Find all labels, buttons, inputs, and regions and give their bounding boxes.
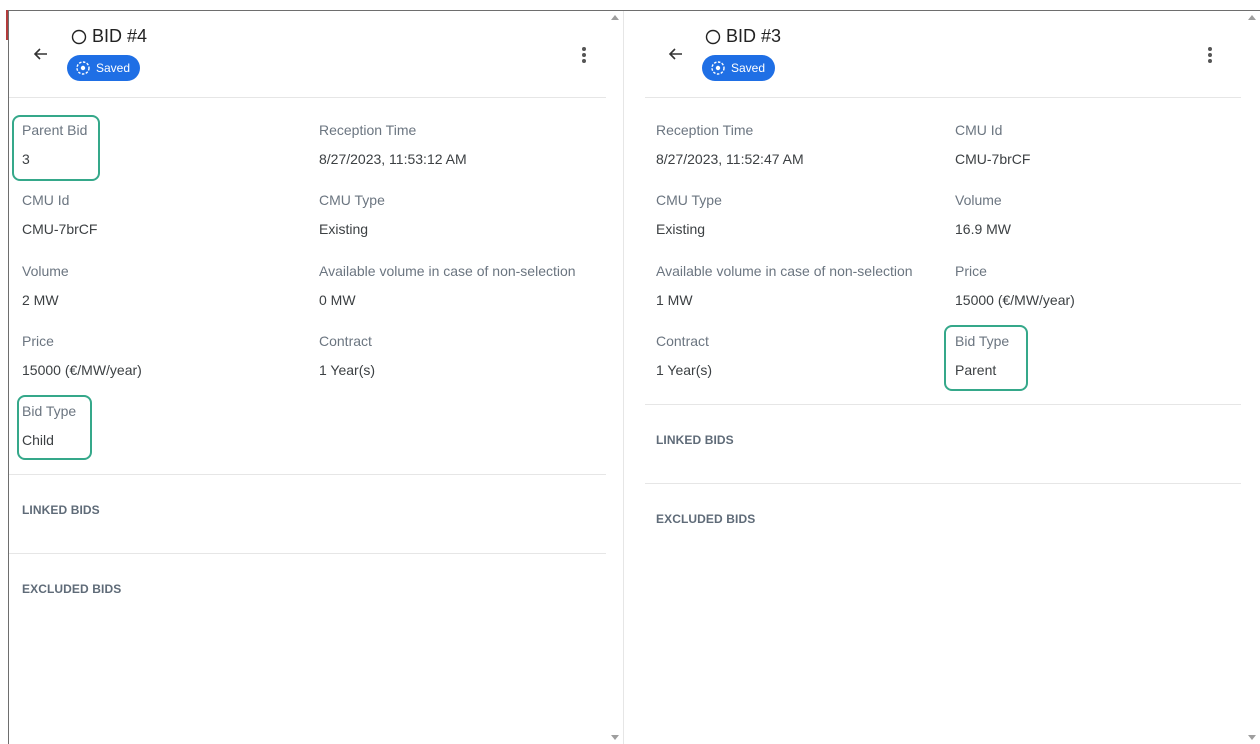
- scrollbar-left-panel[interactable]: [607, 11, 623, 744]
- divider: [9, 553, 606, 554]
- target-icon: [76, 61, 90, 75]
- kebab-menu-icon[interactable]: [580, 45, 588, 65]
- panel-header: BID #3 Saved: [645, 11, 1241, 98]
- arrow-left-icon[interactable]: [31, 44, 51, 64]
- field-contract: Contract 1 Year(s): [319, 333, 376, 378]
- panel-header: BID #4 Saved: [9, 11, 606, 98]
- linked-bids-heading: LINKED BIDS: [22, 503, 100, 517]
- field-contract: Contract 1 Year(s): [656, 333, 713, 378]
- field-available-volume: Available volume in case of non-selectio…: [319, 263, 576, 308]
- field-cmu-type: CMU Type Existing: [319, 192, 385, 237]
- highlight-parent-bid: [12, 115, 100, 181]
- field-price: Price 15000 (€/MW/year): [955, 263, 1075, 308]
- status-label: Saved: [96, 61, 131, 75]
- kebab-menu-icon[interactable]: [1206, 45, 1214, 65]
- bid-detail-panel-right: BID #3 Saved Reception Time 8/27/2023, 1…: [645, 11, 1245, 744]
- radio-circle-icon: [705, 29, 721, 45]
- excluded-bids-heading: EXCLUDED BIDS: [22, 582, 122, 596]
- arrow-left-icon[interactable]: [666, 44, 686, 64]
- page-title: BID #3: [726, 26, 782, 46]
- saved-status-badge[interactable]: Saved: [67, 55, 141, 81]
- scroll-up-icon[interactable]: [1248, 15, 1256, 20]
- field-available-volume: Available volume in case of non-selectio…: [656, 263, 913, 308]
- field-price: Price 15000 (€/MW/year): [22, 333, 142, 378]
- divider: [645, 483, 1241, 484]
- excluded-bids-heading: EXCLUDED BIDS: [656, 512, 756, 526]
- field-cmu-id: CMU Id CMU-7brCF: [955, 122, 1031, 167]
- status-label: Saved: [731, 61, 766, 75]
- highlight-bid-type: [944, 325, 1028, 391]
- highlight-bid-type: [17, 395, 92, 460]
- scroll-up-icon[interactable]: [611, 15, 619, 20]
- divider: [645, 404, 1241, 405]
- target-icon: [711, 61, 725, 75]
- field-cmu-type: CMU Type Existing: [656, 192, 722, 237]
- field-volume: Volume 2 MW: [22, 263, 69, 308]
- radio-circle-icon: [71, 29, 87, 45]
- bid-detail-panel-left: BID #4 Saved Parent Bid 3 Reception Time…: [9, 11, 610, 744]
- linked-bids-heading: LINKED BIDS: [656, 433, 734, 447]
- scrollbar-right-panel[interactable]: [1244, 11, 1260, 744]
- page-title: BID #4: [92, 26, 148, 46]
- field-reception-time: Reception Time 8/27/2023, 11:53:12 AM: [319, 122, 467, 167]
- scroll-down-icon[interactable]: [611, 735, 619, 740]
- field-reception-time: Reception Time 8/27/2023, 11:52:47 AM: [656, 122, 804, 167]
- saved-status-badge[interactable]: Saved: [702, 55, 776, 81]
- panel-separator: [623, 11, 624, 744]
- field-volume: Volume 16.9 MW: [955, 192, 1012, 237]
- divider: [9, 474, 606, 475]
- scroll-down-icon[interactable]: [1248, 735, 1256, 740]
- field-cmu-id: CMU Id CMU-7brCF: [22, 192, 98, 237]
